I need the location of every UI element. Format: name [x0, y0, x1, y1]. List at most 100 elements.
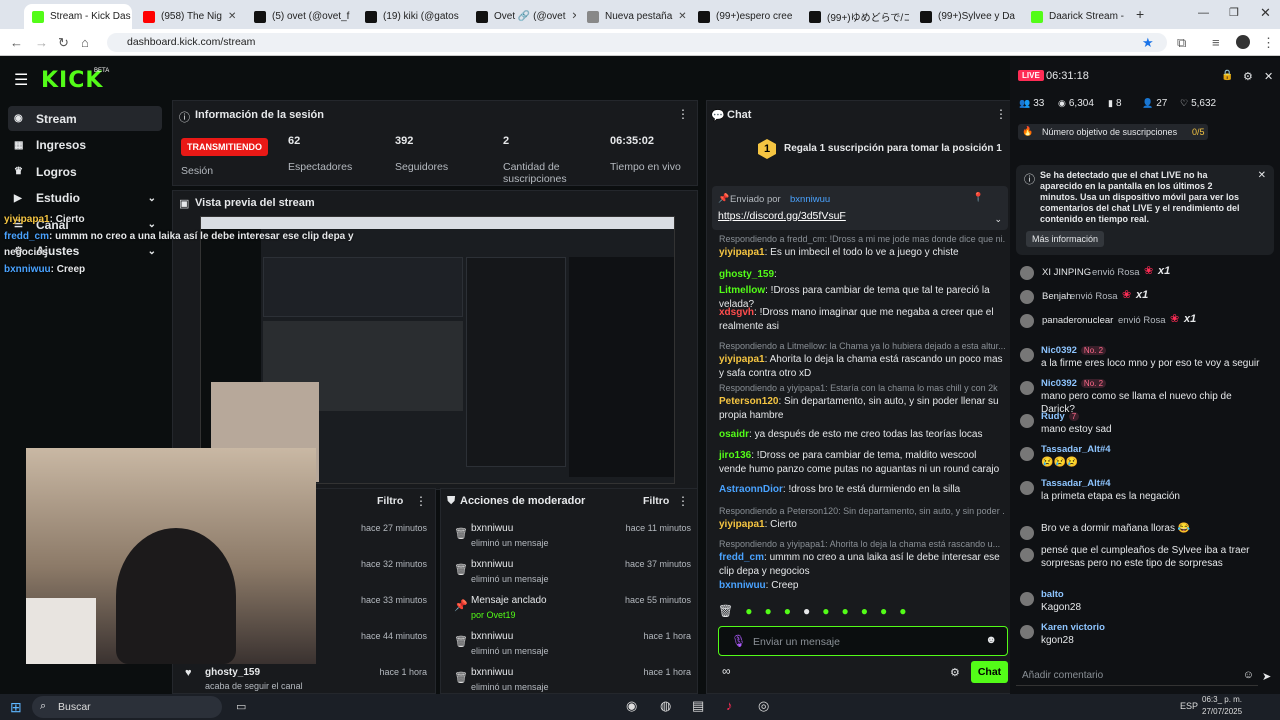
- chat-message[interactable]: jiro136: !Dross oe para cambiar de tema,…: [719, 449, 1005, 477]
- mod-action-row[interactable]: 🗑 bxnniwuu eliminó un mensaje hace 1 hora: [452, 627, 697, 663]
- maximize-icon[interactable]: ❐: [1229, 6, 1239, 19]
- sidebar-item-ingresos[interactable]: ▦ Ingresos: [8, 133, 162, 158]
- browser-tab[interactable]: Ovet 🔗 (@ovet ✕: [468, 4, 576, 29]
- chevron-down-icon[interactable]: ⌄: [148, 219, 156, 230]
- chevron-down-icon[interactable]: ⌄: [994, 214, 1002, 225]
- gift-row[interactable]: XI JINPING envió Rosa ❀ x1: [1020, 265, 1270, 280]
- back-icon[interactable]: ←: [10, 35, 23, 50]
- comment-input[interactable]: Añadir comentario ☺: [1016, 666, 1258, 686]
- emoji-icon[interactable]: ☺: [1243, 669, 1254, 681]
- chat-send-button[interactable]: Chat: [971, 661, 1008, 683]
- chat-username[interactable]: bxnniwuu: [719, 580, 766, 591]
- notice-more-button[interactable]: Más información: [1026, 231, 1105, 247]
- pinned-link[interactable]: https://discord.gg/3d5fVsuF: [718, 210, 846, 222]
- chevron-down-icon[interactable]: ⌄: [148, 193, 156, 204]
- tab-close-icon[interactable]: ✕: [228, 11, 236, 22]
- browser-tab[interactable]: (99+)ゆめどらで/コ✕: [801, 4, 909, 29]
- mic-icon[interactable]: 🎙: [731, 634, 746, 648]
- sidebar-item-logros[interactable]: ♛ Logros: [8, 159, 162, 184]
- extensions-icon[interactable]: ⧉: [1177, 35, 1186, 51]
- task-view-icon[interactable]: ▭: [236, 700, 246, 713]
- browser-tab[interactable]: (19) kiki (@gatos✕: [357, 4, 465, 29]
- chat-message[interactable]: AstraonnDior: !dross bro te está durmien…: [719, 483, 1005, 497]
- tab-close-icon[interactable]: ✕: [1130, 11, 1131, 22]
- chat-message[interactable]: ghosty_159:: [719, 268, 1005, 282]
- app-icon[interactable]: ◉: [626, 698, 637, 714]
- mod-filter-button[interactable]: Filtro: [643, 495, 669, 507]
- bookmark-star-icon[interactable]: ★: [1142, 35, 1154, 51]
- chat-message[interactable]: osaidr: ya después de esto me creo todas…: [719, 428, 1005, 442]
- chat-username[interactable]: yiyipapa1: [719, 519, 765, 530]
- mod-action-row[interactable]: 🗑 bxnniwuu eliminó un mensaje hace 37 minut…: [452, 555, 697, 591]
- browser-tab[interactable]: Daarick Stream - ✕: [1023, 4, 1131, 29]
- chat-message[interactable]: Respondiendo a Litmellow: la Chama ya lo…: [719, 339, 1005, 381]
- minimize-icon[interactable]: —: [1198, 7, 1209, 19]
- chat-username[interactable]: osaidr: [719, 429, 749, 440]
- tab-close-icon[interactable]: ✕: [572, 11, 576, 22]
- emoji-icon[interactable]: ☻: [985, 634, 997, 646]
- clock-date[interactable]: 27/07/2025: [1202, 707, 1242, 716]
- chevron-down-icon[interactable]: ⌄: [148, 246, 156, 257]
- tiktok-icon[interactable]: ♪: [726, 698, 733, 713]
- new-tab-button[interactable]: +: [1136, 6, 1144, 22]
- chat-username[interactable]: AstraonnDior: [719, 484, 783, 495]
- live-comment-user[interactable]: Nic0392: [1041, 378, 1077, 389]
- close-window-icon[interactable]: ✕: [1260, 5, 1271, 21]
- browser-tab[interactable]: (5) ovet (@ovet_f✕: [246, 4, 354, 29]
- browser-menu-icon[interactable]: ⋮: [1262, 35, 1275, 51]
- live-comment-user[interactable]: balto: [1041, 589, 1064, 600]
- stream-preview-video[interactable]: [200, 216, 675, 484]
- live-comment-user[interactable]: Karen victorio: [1041, 622, 1105, 633]
- gift-row[interactable]: Benjah envió Rosa ❀ x1: [1020, 289, 1270, 304]
- chat-message[interactable]: Respondiendo a yiyipapa1: Ahorita lo dej…: [719, 537, 1005, 579]
- language-indicator[interactable]: ESP: [1180, 701, 1198, 711]
- notice-close-icon[interactable]: ✕: [1258, 170, 1266, 181]
- url-input[interactable]: dashboard.kick.com/stream: [107, 33, 1167, 52]
- pinned-user[interactable]: bxnniwuu: [790, 194, 830, 205]
- chat-input-box[interactable]: 🎙 Enviar un mensaje ☻: [718, 626, 1008, 656]
- activity-filter-button[interactable]: Filtro: [377, 495, 403, 507]
- media-icon[interactable]: ≡: [1212, 35, 1220, 50]
- live-comment-user[interactable]: Nic0392: [1041, 345, 1077, 356]
- gift-row[interactable]: panaderonuclear envió Rosa ❀ x1: [1020, 313, 1270, 328]
- profile-avatar[interactable]: [1236, 35, 1250, 49]
- emote-bar[interactable]: 🗑 ● ● ● ● ● ● ● ● ●: [718, 604, 1008, 622]
- overlay-close-icon[interactable]: ✕: [1264, 70, 1273, 83]
- chat-message[interactable]: Respondiendo a yiyipapa1: Estaría con la…: [719, 381, 1005, 423]
- chrome-icon[interactable]: ◍: [660, 698, 671, 714]
- infinity-icon[interactable]: ∞: [722, 664, 731, 678]
- chat-username[interactable]: Peterson120: [719, 396, 778, 407]
- home-icon[interactable]: ⌂: [81, 35, 89, 50]
- chat-input[interactable]: Enviar un mensaje: [753, 636, 840, 648]
- taskbar-search[interactable]: ⌕ Buscar: [32, 696, 222, 718]
- session-more-icon[interactable]: ⋮: [677, 107, 689, 121]
- sidebar-item-stream[interactable]: ◉ Stream: [8, 106, 162, 131]
- chat-username[interactable]: fredd_cm: [719, 552, 764, 563]
- unpin-icon[interactable]: 📍: [973, 192, 984, 203]
- windows-start-icon[interactable]: ⊞: [10, 699, 22, 716]
- tab-close-icon[interactable]: ✕: [678, 11, 686, 22]
- browser-tab[interactable]: (958) The Nig ✕: [135, 4, 243, 29]
- reload-icon[interactable]: ↻: [58, 35, 69, 51]
- browser-tab[interactable]: (99+)Sylvee y Da✕: [912, 4, 1020, 29]
- mod-action-row[interactable]: 📌 Mensaje anclado por Ovet19 hace 55 minuto…: [452, 591, 697, 627]
- live-comment-user[interactable]: Rudy: [1041, 411, 1065, 422]
- send-icon[interactable]: ➤: [1262, 670, 1271, 683]
- chat-username[interactable]: xdsgvh: [719, 307, 754, 318]
- browser-tab[interactable]: Nueva pestaña ✕: [579, 4, 687, 29]
- chat-message[interactable]: Respondiendo a Peterson120: Sin departam…: [719, 504, 1005, 532]
- overlay-settings-icon[interactable]: ⚙: [1243, 70, 1253, 83]
- file-explorer-icon[interactable]: ▤: [692, 698, 704, 714]
- live-comment-user[interactable]: Tassadar_Alt#4: [1041, 478, 1111, 489]
- chat-more-icon[interactable]: ⋮: [995, 107, 1007, 121]
- chat-username[interactable]: Litmellow: [719, 285, 765, 296]
- sidebar-item-estudio[interactable]: ▶ Estudio ⌄: [8, 186, 162, 211]
- mod-more-icon[interactable]: ⋮: [677, 494, 689, 508]
- forward-icon[interactable]: →: [35, 35, 48, 50]
- obs-icon[interactable]: ◎: [758, 698, 769, 714]
- lock-icon[interactable]: 🔒: [1221, 70, 1233, 81]
- chat-message[interactable]: bxnniwuu: Creep: [719, 579, 1005, 593]
- browser-tab[interactable]: Stream - Kick Das✕: [24, 4, 132, 29]
- chat-settings-icon[interactable]: ⚙: [950, 666, 960, 679]
- mod-action-row[interactable]: 🗑 bxnniwuu eliminó un mensaje hace 11 minut…: [452, 519, 697, 555]
